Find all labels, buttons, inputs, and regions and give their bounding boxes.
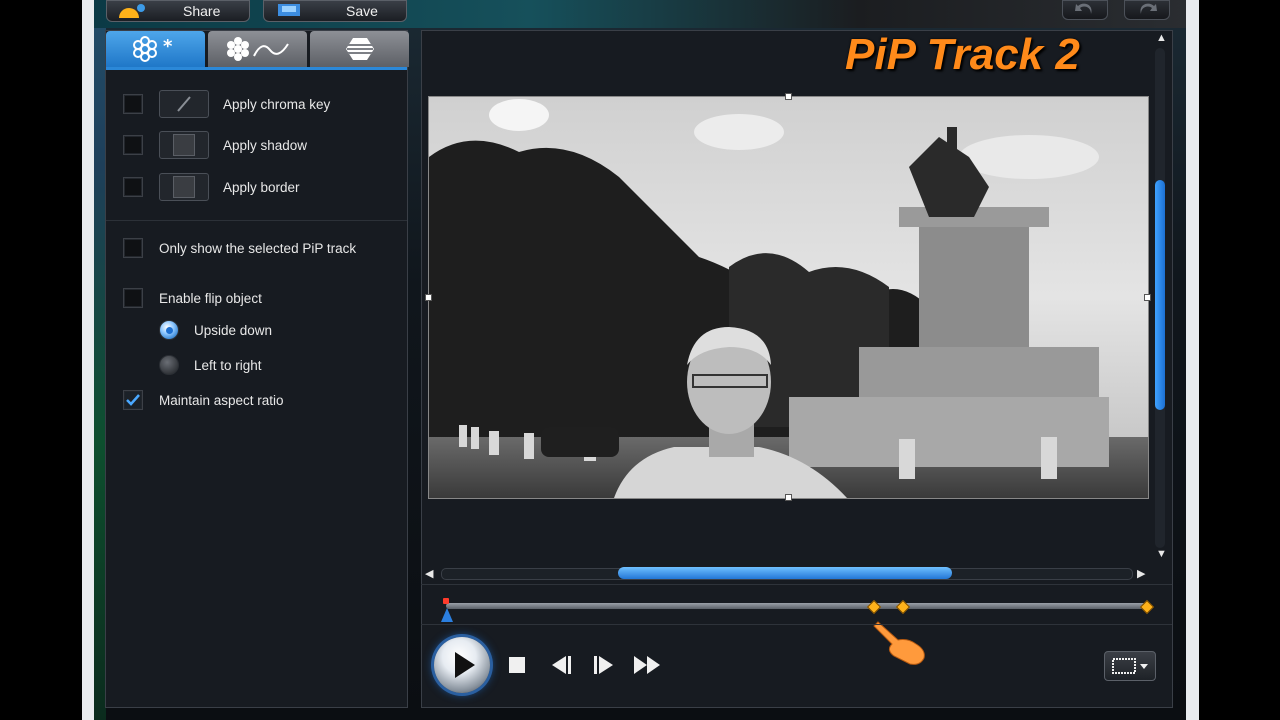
aspect-checkbox[interactable] (123, 390, 143, 410)
settings-tabs: * (106, 31, 409, 70)
only-selected-label: Only show the selected PiP track (159, 240, 357, 256)
monitor-icon (1112, 658, 1148, 674)
left-to-right-row: Left to right (159, 351, 262, 379)
shadow-checkbox[interactable] (123, 135, 143, 155)
pen-icon (177, 96, 191, 112)
fast-forward-button[interactable] (632, 652, 664, 678)
shadow-row: Apply shadow (123, 131, 307, 159)
aspect-row: Maintain aspect ratio (123, 386, 284, 414)
share-button[interactable]: Share (106, 0, 250, 22)
share-icon (119, 4, 145, 18)
horizontal-scrollbar-thumb[interactable] (618, 567, 952, 579)
keyframe-timeline[interactable] (446, 603, 1146, 609)
tab-effects[interactable]: * (106, 31, 205, 67)
effects-star-icon: * (132, 36, 173, 62)
display-mode-button[interactable] (1104, 651, 1156, 681)
track-title: PiP Track 2 (845, 30, 1080, 79)
aspect-label: Maintain aspect ratio (159, 392, 284, 408)
timeline-cursor[interactable] (441, 608, 453, 622)
section-divider (106, 220, 407, 221)
toolbar-background (94, 0, 1186, 28)
resize-handle-bottom[interactable] (785, 494, 792, 501)
window-left-border (82, 0, 94, 720)
resize-handle-left[interactable] (425, 294, 432, 301)
border-label: Apply border (223, 179, 300, 195)
checkmark-icon (126, 394, 140, 406)
motion-path-icon (226, 37, 289, 61)
upside-down-radio[interactable] (159, 320, 179, 340)
video-preview[interactable] (428, 96, 1149, 499)
redo-button[interactable] (1124, 0, 1170, 20)
chroma-key-settings-button[interactable] (159, 90, 209, 118)
flip-row: Enable flip object (123, 284, 262, 312)
shadow-swatch (173, 134, 195, 156)
scroll-up-arrow[interactable]: ▲ (1156, 32, 1167, 44)
save-icon (278, 4, 300, 16)
save-label: Save (346, 3, 378, 19)
scroll-down-arrow[interactable]: ▼ (1156, 548, 1167, 560)
shape-mask-icon (345, 38, 374, 60)
resize-handle-top[interactable] (785, 93, 792, 100)
tab-motion[interactable] (208, 31, 307, 67)
border-checkbox[interactable] (123, 177, 143, 197)
save-button[interactable]: Save (263, 0, 407, 22)
only-selected-checkbox[interactable] (123, 238, 143, 258)
window-right-border (1186, 0, 1199, 720)
pip-settings-panel: * Apply chroma key Apply shadow Apply bo… (105, 30, 409, 708)
border-settings-button[interactable] (159, 173, 209, 201)
share-label: Share (183, 3, 221, 19)
timeline-red-marker (443, 598, 449, 604)
chroma-key-row: Apply chroma key (123, 90, 330, 118)
preview-scene (429, 97, 1148, 498)
svg-text:*: * (163, 36, 173, 57)
only-selected-row: Only show the selected PiP track (123, 234, 356, 262)
scroll-left-arrow[interactable]: ◀ (425, 567, 433, 580)
scroll-right-arrow[interactable]: ▶ (1137, 567, 1145, 580)
controls-divider (421, 624, 1172, 625)
redo-icon (1140, 3, 1157, 15)
play-icon (455, 652, 475, 678)
vertical-scrollbar-thumb[interactable] (1155, 180, 1165, 410)
next-frame-button[interactable] (591, 652, 617, 678)
chroma-key-checkbox[interactable] (123, 94, 143, 114)
left-to-right-radio[interactable] (159, 355, 179, 375)
left-to-right-label: Left to right (194, 357, 262, 373)
upside-down-row: Upside down (159, 316, 272, 344)
stop-button[interactable] (506, 652, 528, 678)
tab-mask[interactable] (310, 31, 409, 67)
tab-underline (106, 67, 407, 70)
resize-handle-right[interactable] (1144, 294, 1151, 301)
preview-divider (421, 584, 1172, 585)
undo-button[interactable] (1062, 0, 1108, 20)
flip-label: Enable flip object (159, 290, 262, 306)
shadow-label: Apply shadow (223, 137, 308, 153)
chroma-key-label: Apply chroma key (223, 96, 331, 112)
border-row: Apply border (123, 173, 300, 201)
border-swatch (173, 176, 195, 198)
upside-down-label: Upside down (194, 322, 273, 338)
shadow-settings-button[interactable] (159, 131, 209, 159)
play-button[interactable] (434, 637, 490, 693)
previous-frame-button[interactable] (548, 652, 574, 678)
hand-pointer-icon (873, 621, 925, 665)
undo-icon (1075, 3, 1092, 15)
flip-checkbox[interactable] (123, 288, 143, 308)
